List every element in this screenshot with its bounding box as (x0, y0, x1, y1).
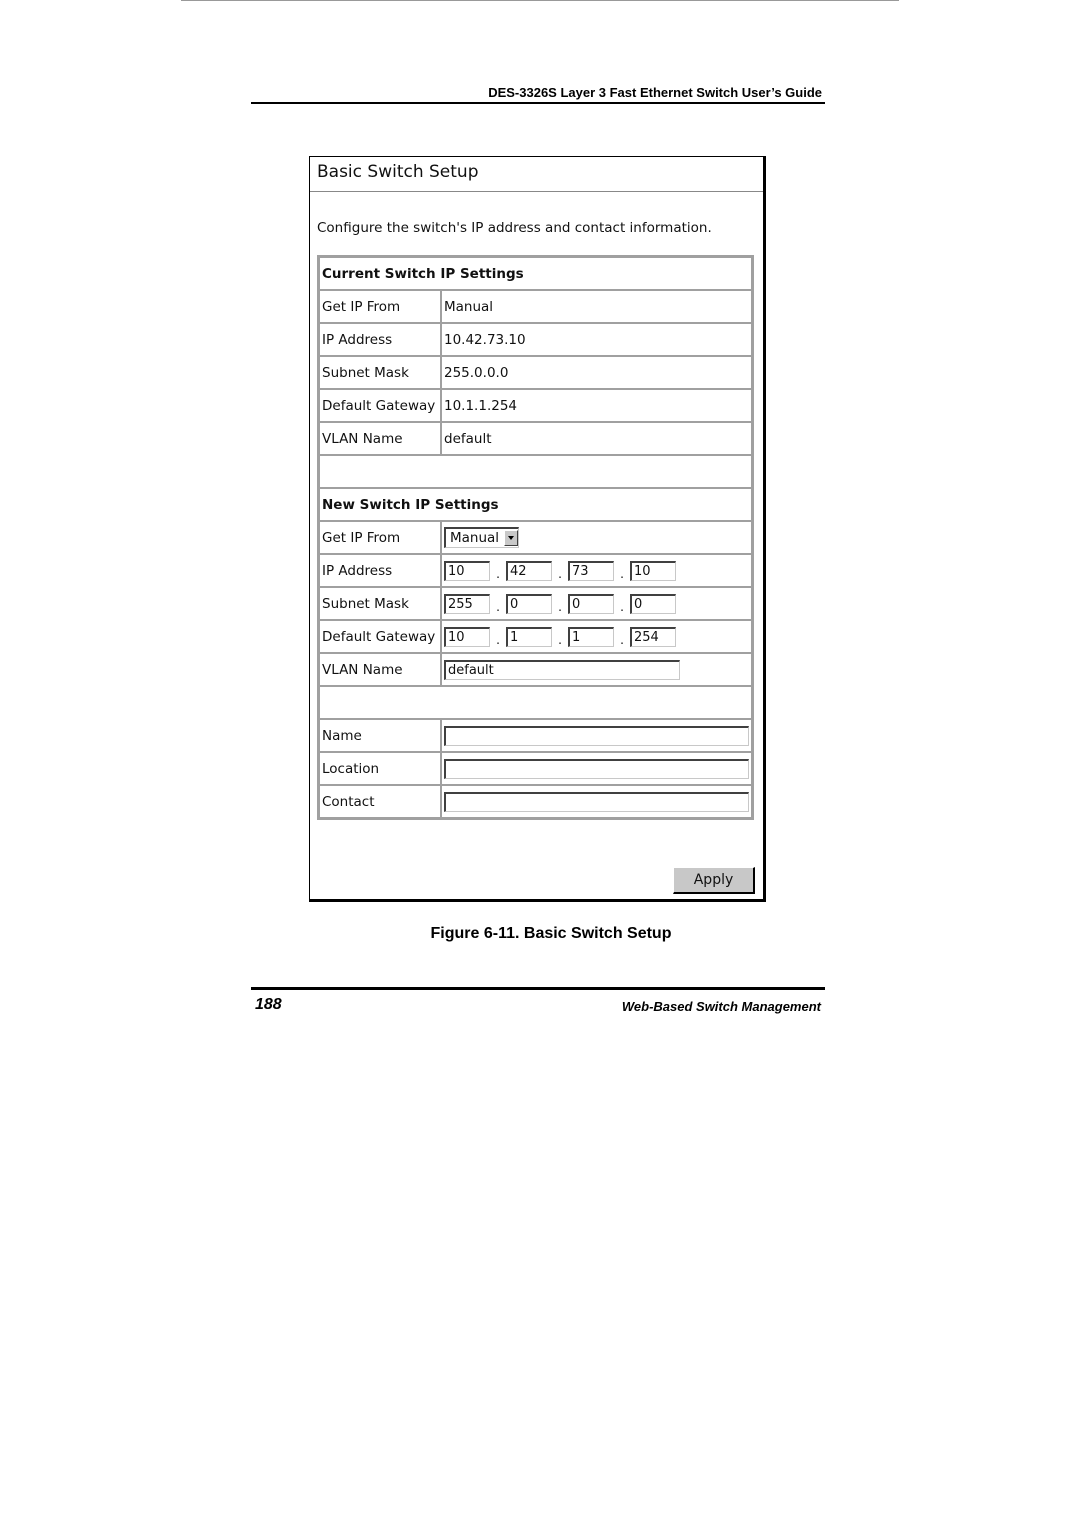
table-row: IP Address 10. 42. 73. 10 (319, 554, 752, 587)
table-row: VLAN Name default (319, 422, 752, 455)
location-input[interactable] (444, 758, 749, 779)
ip-address-octet-4-input[interactable]: 10 (630, 560, 676, 581)
table-row: Subnet Mask 255.0.0.0 (319, 356, 752, 389)
octet-separator: . (496, 599, 500, 614)
panel-title: Basic Switch Setup (317, 162, 479, 182)
table-row: Get IP From Manual (319, 290, 752, 323)
new-get-ip-from-label: Get IP From (319, 521, 441, 554)
footer-rule (251, 987, 825, 990)
name-cell (441, 719, 752, 752)
current-get-ip-from-value: Manual (441, 290, 752, 323)
running-header: DES-3326S Layer 3 Fast Ethernet Switch U… (488, 85, 822, 100)
current-vlan-name-label: VLAN Name (319, 422, 441, 455)
ip-address-octet-3-input[interactable]: 73 (568, 560, 614, 581)
spacer-row (319, 686, 752, 719)
octet-separator: . (620, 632, 624, 647)
new-subnet-mask-label: Subnet Mask (319, 587, 441, 620)
octet-separator: . (558, 566, 562, 581)
footer-section-title: Web-Based Switch Management (621, 999, 821, 1014)
gateway-octet-1-input[interactable]: 10 (444, 626, 490, 647)
current-settings-heading: Current Switch IP Settings (319, 257, 752, 290)
top-page-rule (181, 0, 899, 1)
figure-caption: Figure 6-11. Basic Switch Setup (430, 925, 672, 942)
new-ip-address-label: IP Address (319, 554, 441, 587)
table-row: VLAN Name default (319, 653, 752, 686)
current-get-ip-from-label: Get IP From (319, 290, 441, 323)
title-divider (310, 191, 763, 192)
table-row: Default Gateway 10.1.1.254 (319, 389, 752, 422)
gateway-octet-4-input[interactable]: 254 (630, 626, 676, 647)
octet-separator: . (620, 599, 624, 614)
location-cell (441, 752, 752, 785)
subnet-mask-octet-1-input[interactable]: 255 (444, 593, 490, 614)
new-subnet-mask-cell: 255. 0. 0. 0 (441, 587, 752, 620)
subnet-mask-octet-2-input[interactable]: 0 (506, 593, 552, 614)
contact-input[interactable] (444, 791, 749, 812)
table-row: Location (319, 752, 752, 785)
new-get-ip-from-cell: Manual (441, 521, 752, 554)
new-vlan-name-label: VLAN Name (319, 653, 441, 686)
table-row: Default Gateway 10. 1. 1. 254 (319, 620, 752, 653)
ip-address-octet-1-input[interactable]: 10 (444, 560, 490, 581)
new-default-gateway-cell: 10. 1. 1. 254 (441, 620, 752, 653)
new-settings-header-row: New Switch IP Settings (319, 488, 752, 521)
spacer-cell (319, 455, 752, 488)
subnet-mask-octet-4-input[interactable]: 0 (630, 593, 676, 614)
contact-cell (441, 785, 752, 818)
current-settings-header-row: Current Switch IP Settings (319, 257, 752, 290)
current-ip-address-value: 10.42.73.10 (441, 323, 752, 356)
name-input[interactable] (444, 725, 749, 746)
table-row: Get IP From Manual (319, 521, 752, 554)
new-settings-heading: New Switch IP Settings (319, 488, 752, 521)
new-ip-address-cell: 10. 42. 73. 10 (441, 554, 752, 587)
spacer-row (319, 455, 752, 488)
octet-separator: . (558, 632, 562, 647)
settings-table: Current Switch IP Settings Get IP From M… (317, 255, 754, 820)
vlan-name-input[interactable]: default (444, 659, 680, 680)
octet-separator: . (496, 632, 500, 647)
ip-address-octet-2-input[interactable]: 42 (506, 560, 552, 581)
new-default-gateway-label: Default Gateway (319, 620, 441, 653)
subnet-mask-octet-3-input[interactable]: 0 (568, 593, 614, 614)
header-rule (251, 102, 825, 104)
panel-description: Configure the switch's IP address and co… (317, 220, 712, 236)
octet-separator: . (496, 566, 500, 581)
spacer-cell (319, 686, 752, 719)
name-label: Name (319, 719, 441, 752)
new-vlan-name-cell: default (441, 653, 752, 686)
get-ip-from-select[interactable]: Manual (444, 527, 520, 548)
gateway-octet-3-input[interactable]: 1 (568, 626, 614, 647)
current-default-gateway-value: 10.1.1.254 (441, 389, 752, 422)
apply-button[interactable]: Apply (673, 867, 755, 894)
current-vlan-name-value: default (441, 422, 752, 455)
current-ip-address-label: IP Address (319, 323, 441, 356)
current-subnet-mask-value: 255.0.0.0 (441, 356, 752, 389)
octet-separator: . (620, 566, 624, 581)
contact-label: Contact (319, 785, 441, 818)
current-subnet-mask-label: Subnet Mask (319, 356, 441, 389)
current-default-gateway-label: Default Gateway (319, 389, 441, 422)
get-ip-from-selected-value: Manual (450, 530, 500, 546)
gateway-octet-2-input[interactable]: 1 (506, 626, 552, 647)
table-row: Contact (319, 785, 752, 818)
table-row: Subnet Mask 255. 0. 0. 0 (319, 587, 752, 620)
basic-switch-setup-panel: Basic Switch Setup Configure the switch'… (309, 156, 766, 902)
chevron-down-icon[interactable] (504, 530, 519, 546)
table-row: Name (319, 719, 752, 752)
octet-separator: . (558, 599, 562, 614)
table-row: IP Address 10.42.73.10 (319, 323, 752, 356)
location-label: Location (319, 752, 441, 785)
